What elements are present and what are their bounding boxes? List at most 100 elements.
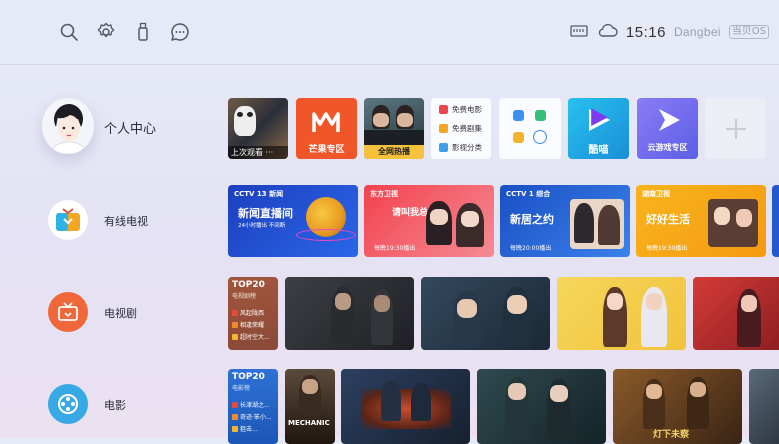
more-icon — [533, 130, 547, 144]
air-time: 每晚19:30播出 — [646, 245, 688, 252]
mango-logo-icon — [310, 106, 342, 138]
tv-card-cctv13[interactable]: CCTV 13 新闻 新闻直播间 24小时播出 不间断 — [228, 185, 358, 257]
movie-poster-1[interactable]: MECHANIC — [285, 369, 335, 444]
rank-item[interactable]: 超时空大... — [232, 332, 270, 341]
rank-badge — [232, 413, 238, 420]
brand-os-logo: 当贝OS — [728, 25, 769, 39]
app-folder-tile[interactable] — [499, 98, 561, 159]
rank-item[interactable]: 长津湖之... — [232, 400, 270, 409]
poster-figure — [574, 203, 594, 243]
channel-logo: CCTV 13 新闻 — [234, 190, 284, 198]
movie-poster-3[interactable] — [477, 369, 606, 444]
ring-graphic — [296, 229, 356, 241]
rank-badge — [232, 401, 238, 408]
drama-poster-2[interactable] — [421, 277, 550, 350]
nav-label: 电影 — [104, 399, 126, 412]
poster-image — [361, 389, 451, 429]
poster-detail — [550, 385, 568, 402]
list-item-label: 免费电影 — [452, 105, 482, 114]
top20-subtitle: 电影榜 — [232, 385, 251, 392]
rank-label: 奇迹·笨小... — [240, 414, 272, 421]
poster-detail — [302, 379, 318, 394]
poster-detail — [374, 295, 390, 312]
list-item-categories[interactable]: 影视分类 — [439, 142, 482, 153]
clock: 15:16 — [625, 23, 666, 41]
avatar[interactable] — [42, 98, 94, 154]
movie-icon — [439, 105, 448, 114]
tv-card-cctv1[interactable]: CCTV 1 综合 新居之约 每晚20:00播出 — [500, 185, 630, 257]
poster-detail — [607, 293, 623, 310]
movie-poster-5[interactable] — [749, 369, 779, 444]
kugou-tile[interactable]: 酷喵 — [568, 98, 629, 159]
nav-label: 有线电视 — [104, 215, 148, 228]
rank-badge — [232, 321, 238, 328]
poster-detail — [247, 112, 253, 117]
rank-item[interactable]: 狙击... — [232, 424, 258, 433]
poster-title: 灯下未察 — [653, 430, 690, 440]
rank-item[interactable]: 风起陇西 — [232, 308, 264, 317]
hot-drama-tile[interactable]: 全网热播 — [364, 98, 424, 159]
rank-label: 相逢荣耀 — [240, 322, 265, 329]
kugou-label: 酷喵 — [588, 145, 609, 156]
program-title: 新居之约 — [510, 213, 554, 226]
poster-detail — [646, 293, 662, 310]
air-time: 每晚20:00播出 — [510, 245, 552, 252]
movie-poster-4[interactable]: 灯下未察 — [613, 369, 742, 444]
air-time: 24小时播出 不间断 — [238, 223, 286, 229]
tv-app-icon — [48, 200, 88, 240]
cloud-game-tile[interactable]: 云游戏专区 — [637, 98, 698, 159]
tv-icon — [48, 292, 88, 332]
tv-series-icon — [439, 124, 448, 133]
usb-icon[interactable] — [133, 22, 153, 42]
top20-title: TOP20 — [232, 280, 265, 290]
cloud-icon — [596, 22, 618, 42]
rank-label: 狙击... — [240, 426, 258, 433]
hot-caption: 全网热播 — [364, 145, 424, 159]
list-item-free-movies[interactable]: 免费电影 — [439, 104, 482, 115]
mango-zone-tile[interactable]: 芒果专区 — [296, 98, 357, 159]
ethernet-icon — [570, 23, 588, 42]
search-icon[interactable] — [59, 22, 79, 42]
plus-icon — [724, 117, 748, 141]
poster-detail — [461, 211, 479, 227]
top20-subtitle: 电视剧榜 — [232, 293, 257, 300]
program-title: 好好生活 — [646, 213, 690, 226]
rank-badge — [232, 425, 238, 432]
message-icon[interactable] — [170, 22, 190, 42]
rank-label: 长津湖之... — [240, 402, 270, 409]
film-reel-icon — [48, 384, 88, 424]
rank-label: 超时空大... — [240, 334, 270, 341]
drama-top20-card[interactable]: TOP20 电视剧榜 风起陇西 相逢荣耀 超时空大... — [228, 277, 278, 350]
grid-icon — [439, 143, 448, 152]
channel-logo: CCTV 1 综合 — [506, 190, 551, 198]
free-content-list: 免费电影 免费剧集 影视分类 — [431, 98, 491, 159]
play-logo-icon — [585, 106, 613, 134]
history-tile[interactable]: 上次观看 ··· — [228, 98, 288, 159]
brand-logo: Dangbei — [673, 25, 721, 39]
drama-poster-1[interactable] — [285, 277, 414, 350]
poster-detail — [646, 384, 662, 399]
poster-figure — [234, 106, 256, 136]
top20-title: TOP20 — [232, 372, 265, 382]
list-item-free-series[interactable]: 免费剧集 — [439, 123, 482, 134]
gear-icon[interactable] — [96, 22, 116, 42]
poster-detail — [508, 383, 526, 400]
list-item-label: 影视分类 — [452, 143, 482, 152]
poster-detail — [507, 295, 527, 314]
tv-card-partial[interactable] — [772, 185, 779, 257]
tv-card-dragon[interactable]: 东方卫视 请叫我总监 每晚19:30播出 — [364, 185, 494, 257]
drama-poster-3[interactable] — [557, 277, 686, 350]
status-area: 15:16 Dangbei 当贝OS — [570, 22, 769, 42]
tv-card-hunan[interactable]: 湖南卫视 好好生活 每晚19:30播出 — [636, 185, 766, 257]
rank-item[interactable]: 相逢荣耀 — [232, 320, 264, 329]
rank-item[interactable]: 奇迹·笨小... — [232, 412, 272, 421]
poster-detail — [335, 293, 351, 310]
app-icon — [535, 110, 546, 121]
poster-detail — [714, 207, 730, 225]
app-icon — [513, 110, 524, 121]
drama-poster-4[interactable] — [693, 277, 779, 350]
movie-poster-2[interactable] — [341, 369, 470, 444]
poster-figure — [381, 381, 401, 421]
add-app-tile[interactable] — [705, 98, 766, 159]
movie-top20-card[interactable]: TOP20 电影榜 长津湖之... 奇迹·笨小... 狙击... — [228, 369, 278, 444]
